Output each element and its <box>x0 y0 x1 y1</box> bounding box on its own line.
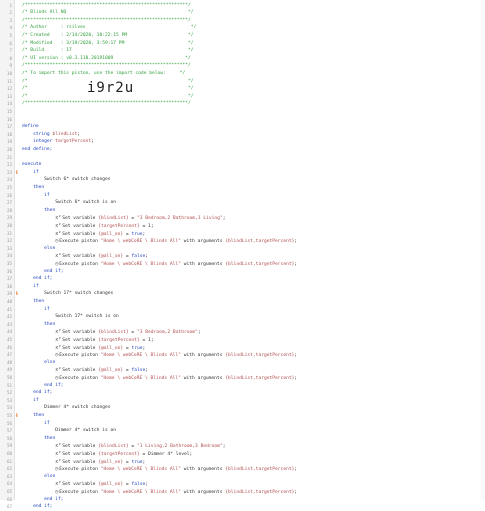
fold-marker-icon[interactable]: § <box>16 169 20 177</box>
fold-marker-icon[interactable]: § <box>16 290 20 298</box>
clock-icon: ◷ <box>55 260 59 267</box>
set-variable-icon: x² <box>55 230 62 237</box>
set-variable-icon: x² <box>55 344 62 351</box>
clock-icon: ◷ <box>55 374 59 381</box>
clock-icon: ◷ <box>55 352 59 359</box>
set-variable-icon: x² <box>55 443 62 450</box>
clock-icon: ◷ <box>55 488 59 495</box>
line-number: 67 <box>6 504 12 510</box>
code-line[interactable]: end if; <box>22 503 481 511</box>
set-variable-icon: x² <box>55 336 62 343</box>
clock-icon: ◷ <box>55 466 59 473</box>
set-variable-icon: x² <box>55 450 62 457</box>
line-gutter: 1 2 3 4 5 6 7 8 9 10 11 12 13 14 15 16 17 18 19 20 21 22 23 24 2… <box>0 0 15 509</box>
set-variable-icon: x² <box>55 215 62 222</box>
import-code: i9r2u <box>87 79 135 96</box>
piston-editor: 1 2 3 4 5 6 7 8 9 10 11 12 13 14 15 16 17 18 19 20 21 22 23 24 2… <box>0 0 485 509</box>
set-variable-icon: x² <box>55 367 62 374</box>
set-variable-icon: x² <box>55 329 62 336</box>
set-variable-icon: x² <box>55 458 62 465</box>
set-variable-icon: x² <box>55 481 62 488</box>
clock-icon: ◷ <box>55 238 59 245</box>
set-variable-icon: x² <box>55 253 62 260</box>
set-variable-icon: x² <box>55 222 62 229</box>
fold-marker-icon[interactable]: § <box>16 412 20 420</box>
scrollbar-track[interactable] <box>481 0 485 500</box>
